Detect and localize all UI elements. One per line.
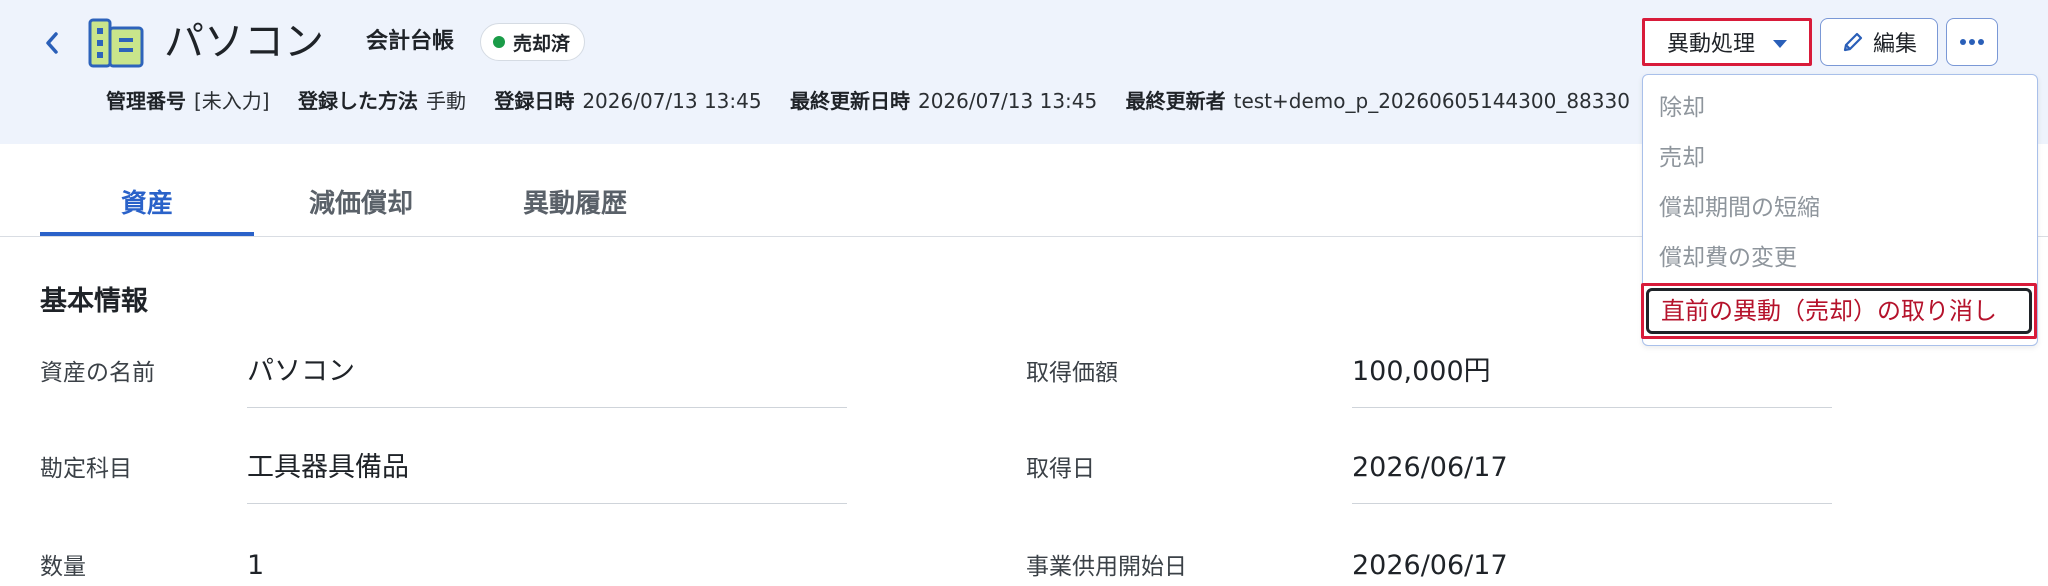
field-divider [1352,407,1832,408]
caret-down-icon [1773,40,1787,48]
meta-value: test+demo_p_20260605144300_88330 [1233,89,1630,113]
meta-value: 2026/07/13 13:45 [582,89,762,113]
acquisition-price-value: 100,000円 [1352,356,1491,387]
ido-shori-button[interactable]: 異動処理 [1642,18,1812,66]
menu-item-sale[interactable]: 売却 [1659,141,1705,175]
field-label: 数量 [40,554,86,580]
field-divider [1352,503,1832,504]
asset-meta: 管理番号 [未入力] 登録した方法 手動 登録日時 2026/07/13 13:45 … [106,86,1646,116]
acquisition-date-value: 2026/06/17 [1352,452,1508,483]
more-button[interactable] [1946,18,1998,66]
chevron-left-icon [46,32,58,54]
menu-item-cancel-last-transfer[interactable]: 直前の異動（売却）の取り消し [1641,283,2037,339]
account-value: 工具器具備品 [247,452,409,483]
more-horizontal-icon [1960,39,1984,45]
service-start-date-value: 2026/06/17 [1352,550,1508,581]
status-text: 売却済 [513,32,571,55]
building-icon [88,18,144,68]
field-label: 取得日 [1026,456,1095,482]
tab-depreciation[interactable]: 減価償却 [254,184,468,236]
ido-shori-label: 異動処理 [1666,32,1755,57]
back-button[interactable] [38,26,66,60]
quantity-value: 1 [247,550,265,581]
tab-asset[interactable]: 資産 [40,184,254,236]
edit-label: 編集 [1872,32,1917,57]
meta-label: 最終更新者 [1125,89,1226,113]
field-label: 資産の名前 [40,360,155,386]
field-divider [247,407,847,408]
section-title: 基本情報 [40,286,148,317]
meta-value: 2026/07/13 13:45 [917,89,1098,113]
ido-shori-menu: 除却 売却 償却期間の短縮 償却費の変更 直前の異動（売却）の取り消し [1641,74,2038,346]
meta-label: 最終更新日時 [789,89,910,113]
field-label: 勘定科目 [40,456,132,482]
field-label: 取得価額 [1026,360,1118,386]
meta-label: 登録日時 [494,89,575,113]
edit-button[interactable]: 編集 [1820,18,1938,66]
page-title: パソコン [164,19,324,65]
menu-item-change-expense[interactable]: 償却費の変更 [1659,241,1797,275]
meta-value: [未入力] [194,89,270,113]
field-label: 事業供用開始日 [1026,554,1187,580]
meta-value: 手動 [425,89,466,113]
menu-item-disposal[interactable]: 除却 [1659,91,1705,125]
pencil-icon [1843,32,1863,52]
meta-label: 登録した方法 [297,89,418,113]
field-divider [247,503,847,504]
status-dot-icon [493,36,505,48]
meta-label: 管理番号 [106,89,186,113]
menu-item-shorten-period[interactable]: 償却期間の短縮 [1659,191,1820,225]
ledger-label: 会計台帳 [366,29,455,54]
asset-name-value: パソコン [247,356,355,387]
status-badge: 売却済 [480,23,586,61]
tab-transfer-history[interactable]: 異動履歴 [468,184,682,236]
menu-item-cancel-last-transfer-label: 直前の異動（売却）の取り消し [1646,288,2032,334]
